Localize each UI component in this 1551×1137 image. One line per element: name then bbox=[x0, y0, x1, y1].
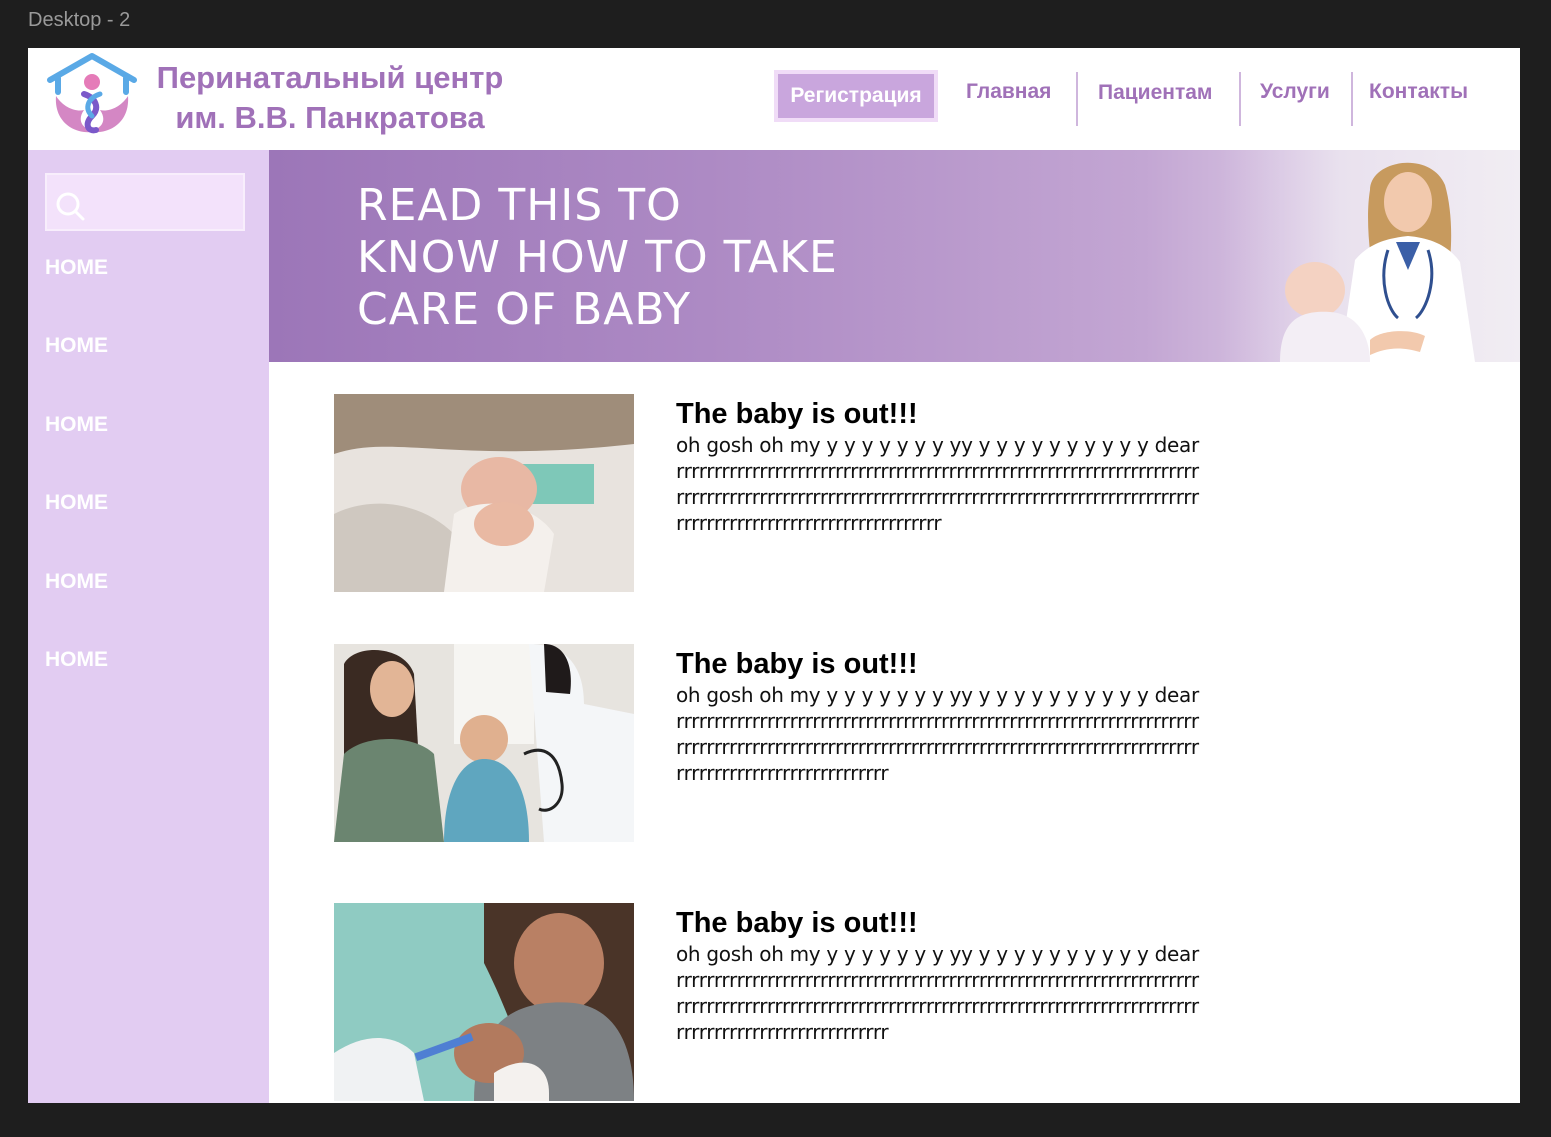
article-title: The baby is out!!! bbox=[676, 907, 918, 939]
article-card[interactable]: The baby is out!!! oh gosh oh my y y y y… bbox=[334, 903, 1234, 1103]
sidebar-item-home[interactable]: HOME bbox=[45, 256, 108, 280]
brand-title: Перинатальный центр им. В.В. Панкратова bbox=[140, 58, 520, 138]
article-body: oh gosh oh my y y y y y y y yy y y y y y… bbox=[676, 942, 1199, 1044]
nav-home[interactable]: Главная bbox=[966, 80, 1051, 104]
hero-title-line: KNOW HOW TO TAKE bbox=[357, 232, 838, 283]
nav-patients[interactable]: Пациентам bbox=[1098, 81, 1212, 105]
article-card[interactable]: The baby is out!!! oh gosh oh my y y y y… bbox=[334, 644, 1234, 844]
register-button[interactable]: Регистрация bbox=[774, 70, 938, 122]
article-body: oh gosh oh my y y y y y y y yy y y y y y… bbox=[676, 433, 1199, 535]
sidebar-item-home[interactable]: HOME bbox=[45, 570, 108, 594]
sidebar-item-home[interactable]: HOME bbox=[45, 491, 108, 515]
article-title: The baby is out!!! bbox=[676, 398, 918, 430]
mother-baby-doctor-image bbox=[334, 644, 634, 842]
hero-title-line: CARE OF BABY bbox=[357, 284, 692, 335]
doctor-with-baby-image bbox=[1220, 150, 1520, 362]
brand-line-1: Перинатальный центр bbox=[156, 60, 504, 95]
logo-icon bbox=[47, 53, 137, 134]
sidebar-item-home[interactable]: HOME bbox=[45, 413, 108, 437]
nav-contacts[interactable]: Контакты bbox=[1369, 80, 1468, 104]
search-input[interactable] bbox=[45, 173, 245, 231]
frame-label: Desktop - 2 bbox=[28, 9, 131, 31]
page-frame: Перинатальный центр им. В.В. Панкратова … bbox=[28, 48, 1520, 1103]
sleeping-newborn-image bbox=[334, 394, 634, 592]
article-title: The baby is out!!! bbox=[676, 648, 918, 680]
baby-vaccination-image bbox=[334, 903, 634, 1101]
hero-title: READ THIS TO KNOW HOW TO TAKE CARE OF BA… bbox=[357, 180, 877, 336]
hero-banner: READ THIS TO KNOW HOW TO TAKE CARE OF BA… bbox=[269, 150, 1520, 362]
brand-line-2: им. В.В. Панкратова bbox=[175, 100, 485, 135]
nav-divider bbox=[1239, 72, 1241, 126]
article-body: oh gosh oh my y y y y y y y yy y y y y y… bbox=[676, 683, 1199, 785]
nav-divider bbox=[1076, 72, 1078, 126]
nav-divider bbox=[1351, 72, 1353, 126]
sidebar-item-home[interactable]: HOME bbox=[45, 648, 108, 672]
article-card[interactable]: The baby is out!!! oh gosh oh my y y y y… bbox=[334, 394, 1234, 594]
hero-title-line: READ THIS TO bbox=[357, 180, 682, 231]
sidebar: HOME HOME HOME HOME HOME HOME bbox=[28, 150, 269, 1103]
sidebar-item-home[interactable]: HOME bbox=[45, 334, 108, 358]
nav-services[interactable]: Услуги bbox=[1260, 80, 1330, 104]
header: Перинатальный центр им. В.В. Панкратова … bbox=[28, 48, 1520, 150]
search-icon bbox=[56, 192, 85, 221]
